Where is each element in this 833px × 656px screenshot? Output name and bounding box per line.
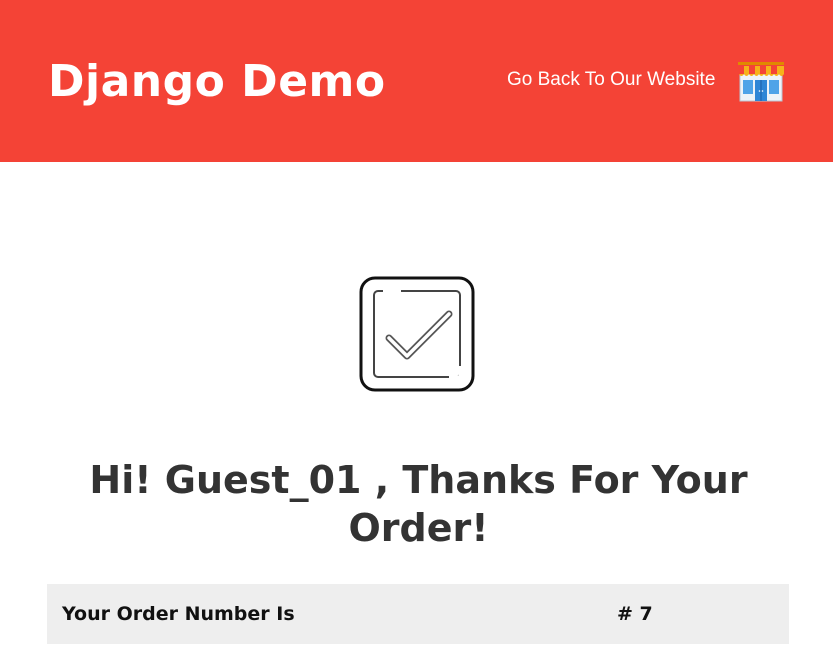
order-number-value: # 7 <box>617 603 653 625</box>
store-icon[interactable] <box>736 60 786 102</box>
order-number-label: Your Order Number Is <box>62 603 295 625</box>
site-header: Django Demo Go Back To Our Website <box>0 0 833 162</box>
checkbox-checked-icon <box>359 276 475 392</box>
thank-you-message: Hi! Guest_01 , Thanks For Your Order! <box>89 458 748 550</box>
order-number-row: Your Order Number Is # 7 <box>47 584 789 644</box>
site-brand: Django Demo <box>48 56 386 107</box>
back-to-website-label: Go Back To Our Website <box>507 69 716 90</box>
back-to-website-link[interactable]: Go Back To Our Website <box>507 64 715 96</box>
